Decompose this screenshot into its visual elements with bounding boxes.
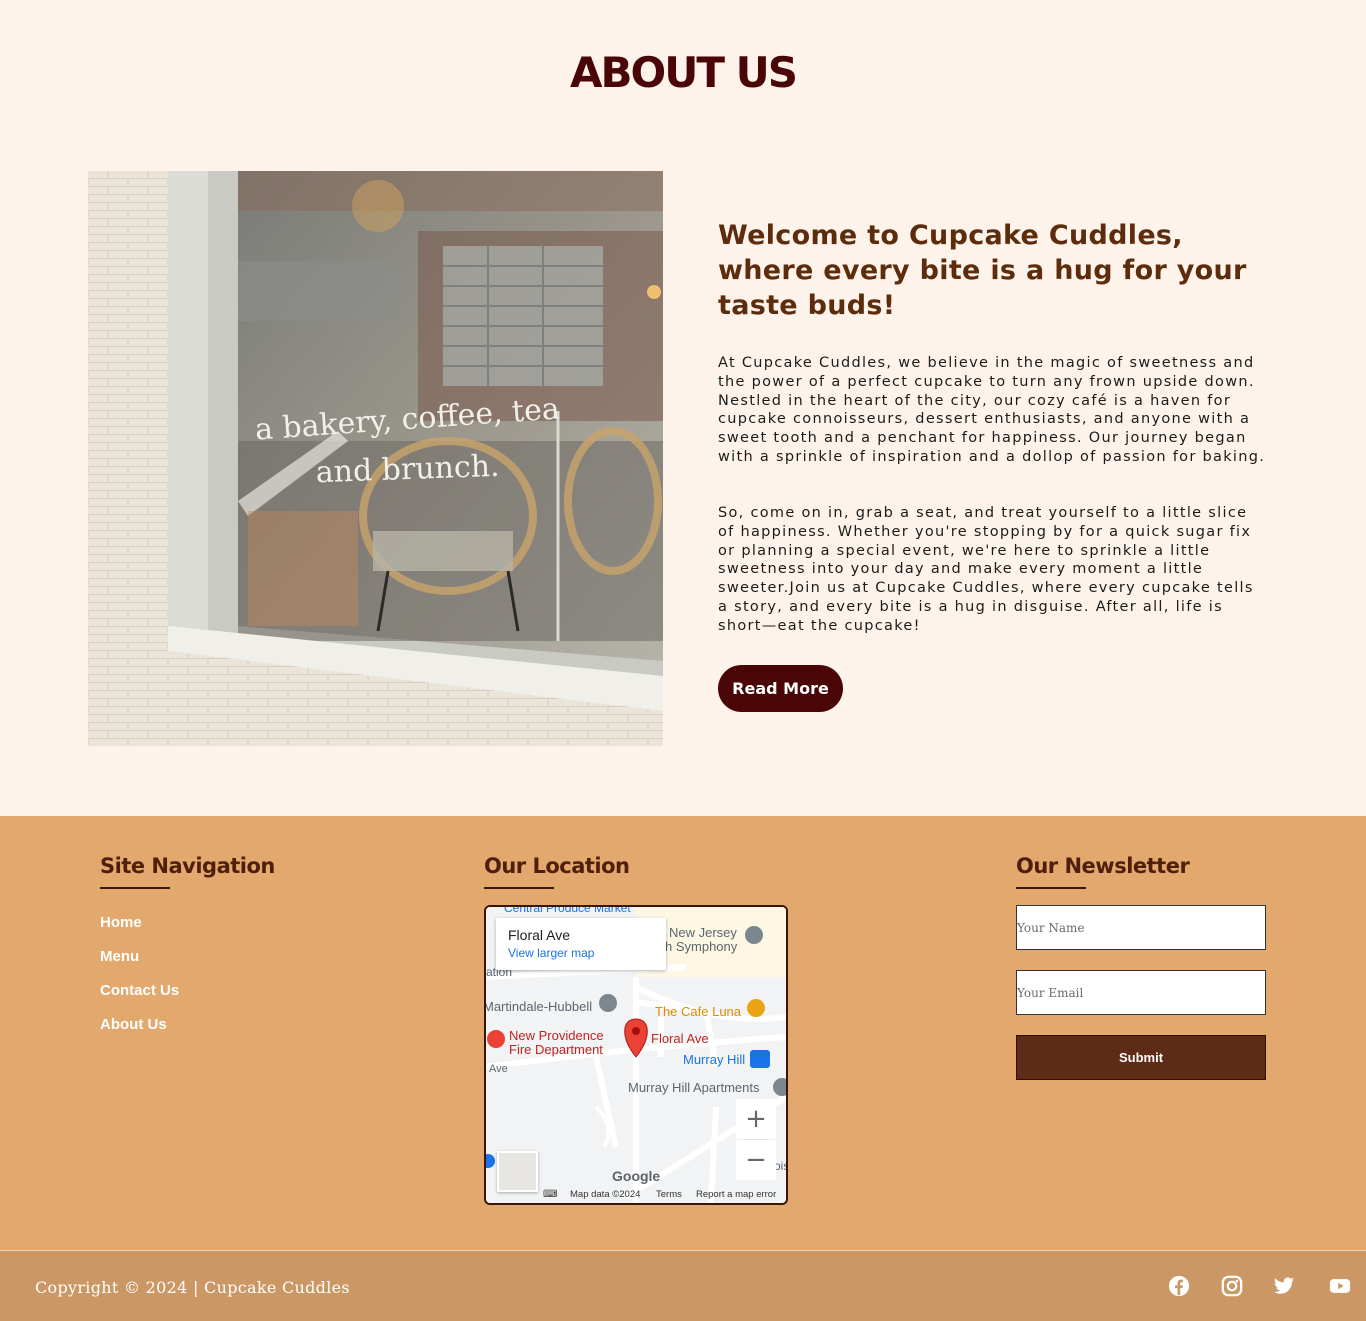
map-label-martindale: Martindale-Hubbell — [484, 999, 593, 1014]
map-label-fire-1: New Providence — [509, 1028, 604, 1043]
newsletter-email-input[interactable] — [1016, 970, 1266, 1015]
location-map[interactable]: Central Produce Market New Jersey h Symp… — [484, 905, 788, 1205]
about-section: ABOUT US a bakery, coffee, tea and brunc… — [0, 0, 1366, 816]
zoom-in-button[interactable]: + — [736, 1099, 776, 1139]
heading-underline — [100, 887, 170, 889]
facebook-icon[interactable] — [1168, 1275, 1190, 1297]
instagram-icon[interactable] — [1221, 1275, 1243, 1297]
keyboard-shortcuts-icon[interactable]: ⌨ — [543, 1189, 557, 1200]
map-label-symphony-2: h Symphony — [665, 939, 738, 954]
newsletter-name-input[interactable] — [1016, 905, 1266, 950]
site-navigation-heading: Site Navigation — [100, 854, 275, 878]
about-paragraph-1: At Cupcake Cuddles, we believe in the ma… — [718, 355, 1266, 465]
map-label-murray-hill: Murray Hill — [683, 1052, 746, 1067]
street-view-pegman[interactable] — [497, 1151, 538, 1192]
map-label-cafe: The Cafe Luna — [655, 1004, 742, 1019]
map-label-market: Central Produce Market — [504, 905, 631, 915]
newsletter-submit-button[interactable]: Submit — [1016, 1035, 1266, 1080]
heading-underline — [1016, 887, 1086, 889]
map-label-apartments: Murray Hill Apartments — [628, 1080, 760, 1095]
google-logo: Google — [612, 1168, 661, 1184]
youtube-icon[interactable] — [1328, 1275, 1352, 1297]
map-label-floral: Floral Ave — [651, 1031, 709, 1046]
nav-link-about-us[interactable]: About Us — [100, 1016, 167, 1033]
location-heading: Our Location — [484, 854, 630, 878]
view-larger-map-link[interactable]: View larger map — [508, 946, 654, 960]
nav-link-menu[interactable]: Menu — [100, 948, 139, 965]
read-more-button[interactable]: Read More — [718, 665, 843, 712]
welcome-heading: Welcome to Cupcake Cuddles, where every … — [718, 220, 1247, 321]
copyright-text: Copyright © 2024 | Cupcake Cuddles — [35, 1278, 350, 1297]
map-label-symphony-1: New Jersey — [669, 925, 737, 940]
twitter-icon[interactable] — [1273, 1275, 1295, 1297]
newsletter-heading: Our Newsletter — [1016, 854, 1190, 878]
about-paragraph-2: So, come on in, grab a seat, and treat y… — [718, 505, 1254, 634]
heading-underline — [484, 887, 554, 889]
zoom-out-button[interactable]: − — [736, 1140, 776, 1180]
report-map-error-link[interactable]: Report a map error — [696, 1189, 776, 1200]
map-label-ave: Ave — [489, 1063, 508, 1075]
page-title: ABOUT US — [570, 48, 798, 97]
map-data-attribution: Map data ©2024 — [570, 1189, 641, 1200]
nav-link-contact-us[interactable]: Contact Us — [100, 982, 179, 999]
map-label-ois: ois — [774, 1159, 788, 1173]
window-text-line2: and brunch. — [315, 449, 500, 490]
nav-link-home[interactable]: Home — [100, 914, 142, 931]
cafe-window-photo: a bakery, coffee, tea and brunch. — [88, 171, 663, 746]
map-label-fire-2: Fire Department — [509, 1042, 603, 1057]
map-terms-link[interactable]: Terms — [656, 1189, 682, 1200]
map-place-title: Floral Ave — [508, 927, 570, 943]
map-place-card: Floral Ave View larger map — [496, 918, 666, 970]
copyright-bar: Copyright © 2024 | Cupcake Cuddles — [0, 1250, 1366, 1321]
